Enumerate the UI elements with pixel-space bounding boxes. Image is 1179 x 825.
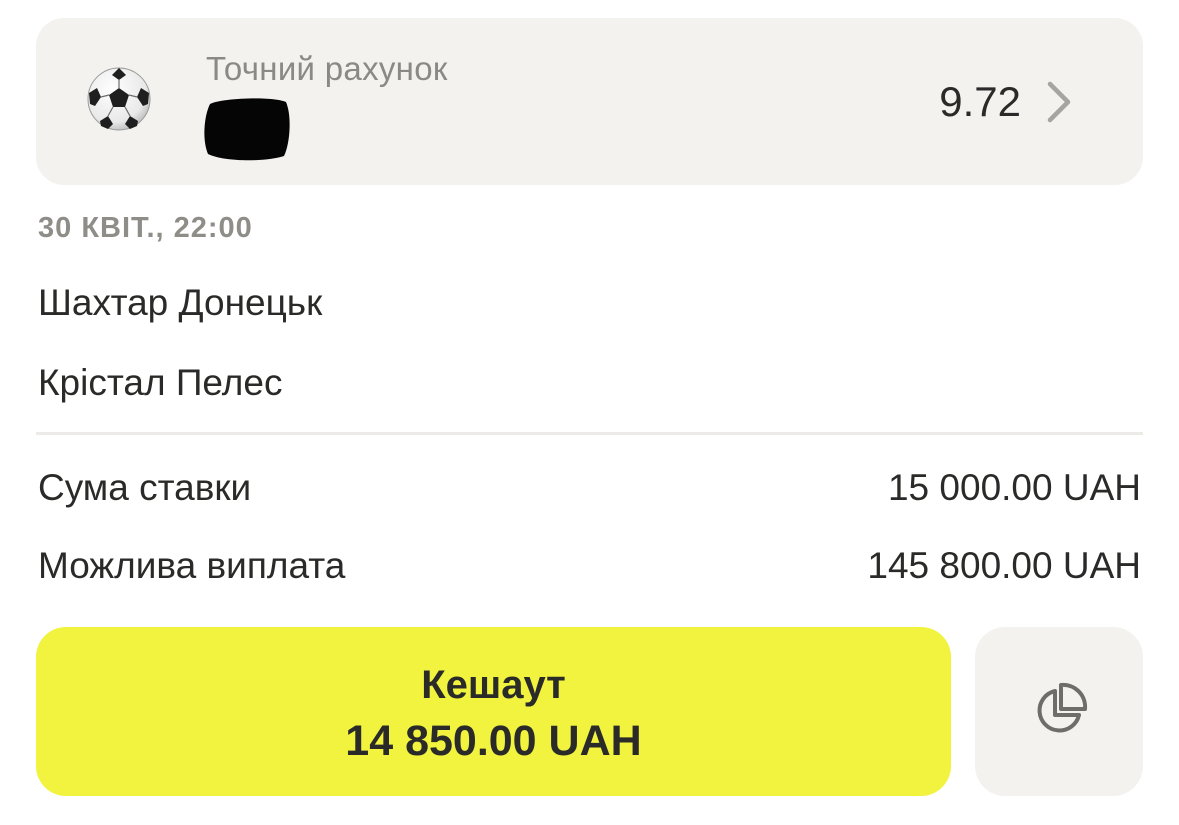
- pie-chart-icon: [1037, 682, 1088, 733]
- home-team: Шахтар Донецьк: [38, 282, 323, 323]
- cashout-button[interactable]: Кешаут 14 850.00 UAH: [36, 627, 951, 796]
- cashout-amount: 14 850.00 UAH: [345, 716, 642, 765]
- market-type-label: Точний рахунок: [206, 50, 448, 87]
- odds-value: 9.72: [939, 78, 1021, 125]
- soccer-ball-icon: [87, 67, 151, 131]
- cashout-title: Кешаут: [421, 662, 566, 707]
- partial-cashout-button[interactable]: [975, 627, 1143, 796]
- payout-value: 145 800.00 UAH: [867, 545, 1141, 586]
- chevron-right-icon[interactable]: [1044, 80, 1074, 124]
- stake-value: 15 000.00 UAH: [887, 467, 1141, 508]
- event-datetime: 30 КВІТ., 22:00: [38, 212, 253, 244]
- divider: [36, 432, 1143, 435]
- redaction-mark: [204, 98, 290, 161]
- payout-label: Можлива виплата: [38, 545, 346, 586]
- stake-label: Сума ставки: [38, 467, 252, 508]
- away-team: Крістал Пелес: [38, 362, 283, 403]
